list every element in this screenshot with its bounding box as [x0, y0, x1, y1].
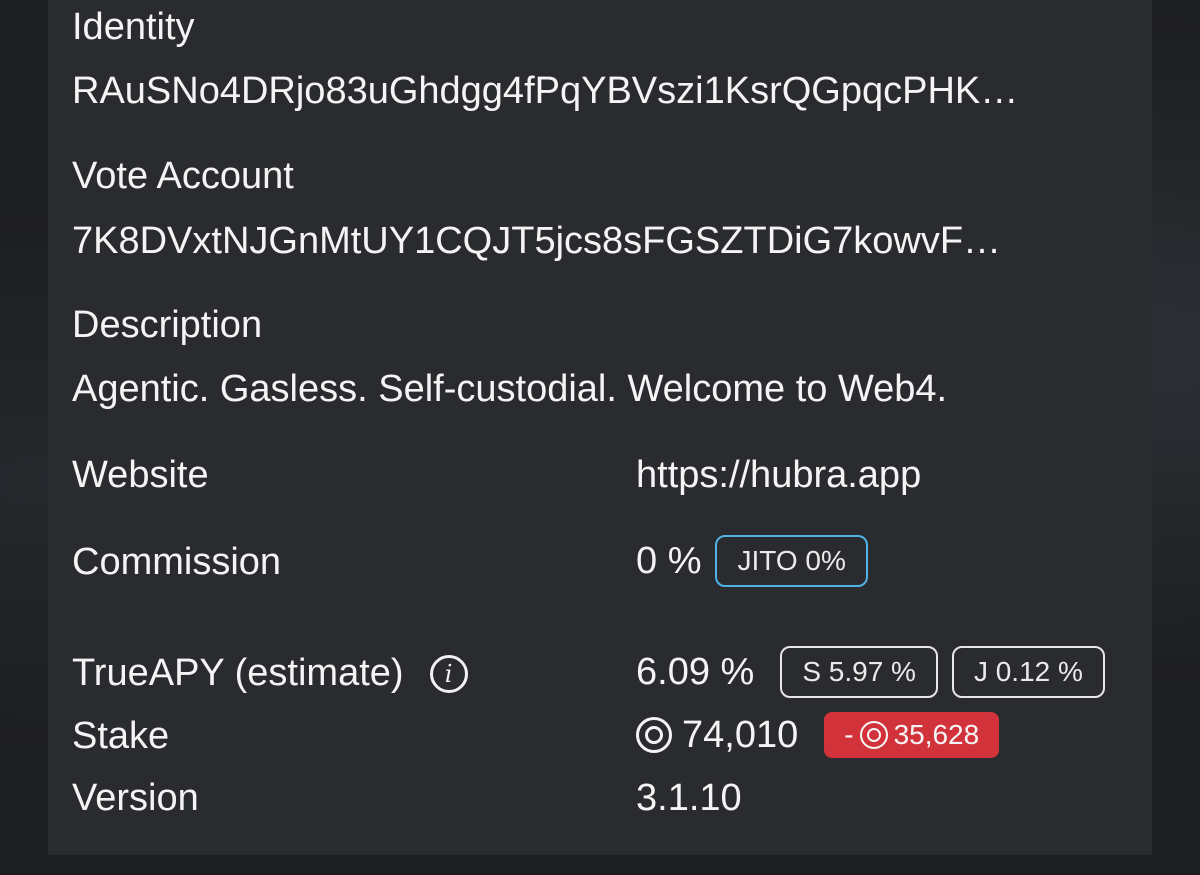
stake-change-value: 35,628 — [893, 719, 980, 750]
commission-value: 0 % — [636, 539, 702, 582]
validator-details-panel: Identity RAuSNo4DRjo83uGhdgg4fPqYBVszi1K… — [48, 0, 1152, 855]
jito-commission-badge: JITO 0% — [715, 535, 868, 587]
true-apy-row: 6.09 % S 5.97 % J 0.12 % — [636, 646, 1105, 698]
identity-label: Identity — [72, 6, 195, 48]
commission-label: Commission — [72, 541, 282, 583]
vote-account-value[interactable]: 7K8DVxtNJGnMtUY1CQJT5jcs8sFGSZTDiG7kowvF… — [72, 220, 1001, 263]
commission-row: 0 % JITO 0% — [636, 535, 868, 587]
stake-label: Stake — [72, 715, 170, 757]
version-label: Version — [72, 777, 199, 819]
apy-jito-badge: J 0.12 % — [951, 646, 1105, 698]
stake-row: 74,010 - 35,628 — [636, 712, 1000, 758]
sol-coin-icon — [636, 717, 672, 753]
true-apy-label: TrueAPY (estimate) — [72, 652, 404, 694]
version-value: 3.1.10 — [636, 777, 742, 819]
stake-change-prefix: - — [844, 719, 854, 750]
website-link[interactable]: https://hubra.app — [636, 454, 921, 497]
stake-value: 74,010 — [682, 713, 799, 756]
stake-change-badge: - 35,628 — [824, 712, 1000, 758]
description-label: Description — [72, 304, 263, 346]
vote-account-label: Vote Account — [72, 155, 294, 197]
sol-coin-icon — [859, 721, 888, 749]
true-apy-label-row: TrueAPY (estimate) i — [72, 652, 468, 695]
website-label: Website — [72, 454, 209, 496]
info-icon[interactable]: i — [429, 654, 468, 693]
true-apy-value: 6.09 % — [636, 650, 755, 693]
description-value: Agentic. Gasless. Self-custodial. Welcom… — [72, 368, 948, 410]
apy-staking-badge: S 5.97 % — [780, 646, 938, 698]
identity-value[interactable]: RAuSNo4DRjo83uGhdgg4fPqYBVszi1KsrQGpqcPH… — [72, 70, 1018, 113]
